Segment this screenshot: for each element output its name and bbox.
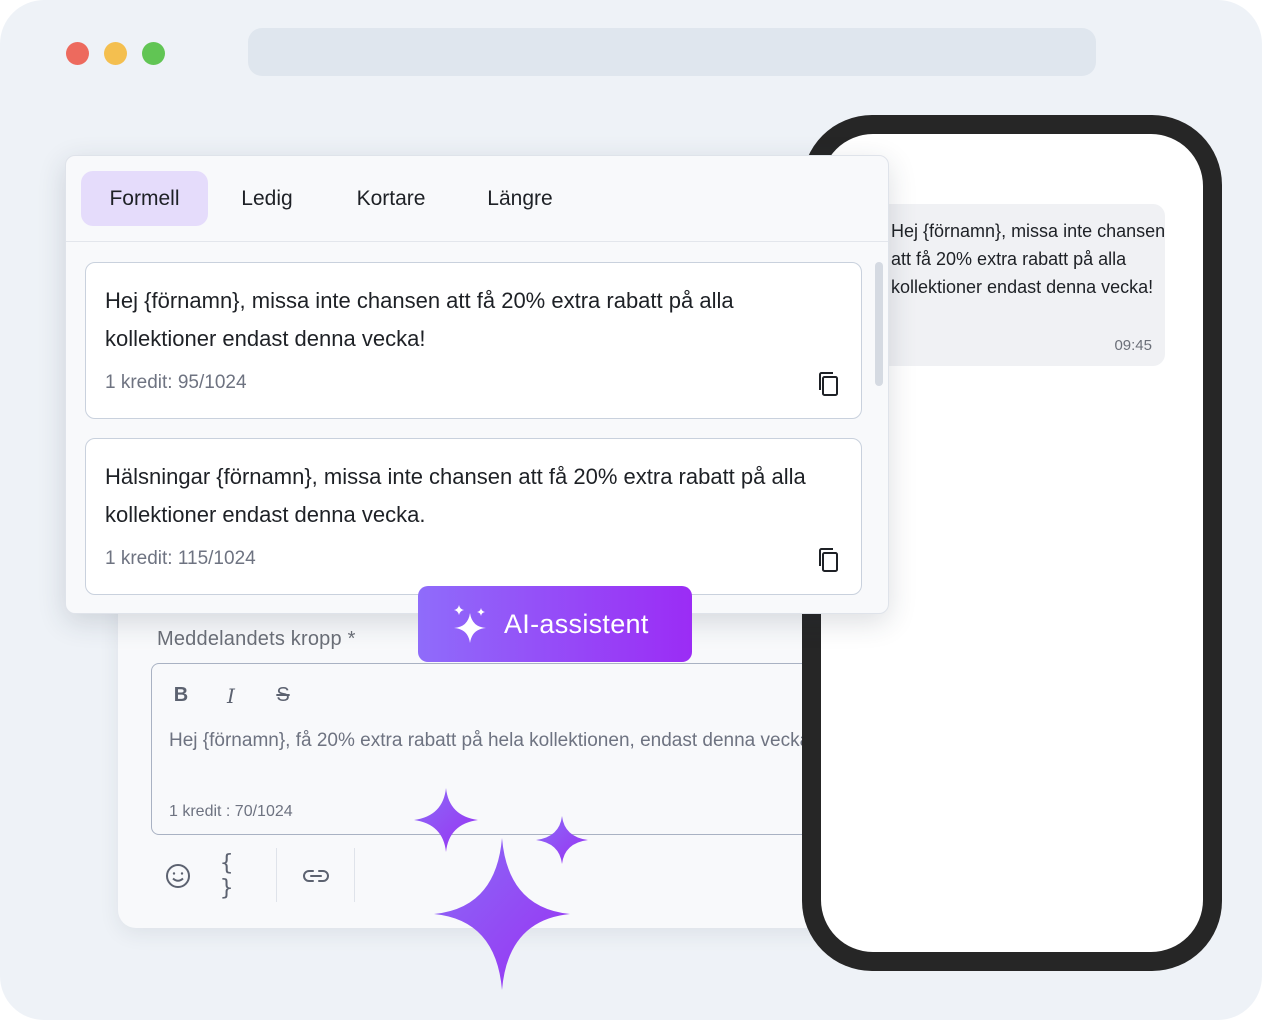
close-window-button[interactable] <box>66 42 89 65</box>
emoji-icon[interactable] <box>160 858 196 894</box>
ai-assistant-button[interactable]: AI-assistent <box>418 586 692 662</box>
popover-scrollbar[interactable] <box>875 262 883 386</box>
italic-button[interactable]: I <box>216 684 246 708</box>
minimize-window-button[interactable] <box>104 42 127 65</box>
strikethrough-button[interactable]: S <box>268 684 298 707</box>
sparkle-decoration-icon <box>434 838 570 990</box>
ai-assistant-label: AI-assistent <box>504 608 649 639</box>
tab-kortare[interactable]: Kortare <box>326 171 456 226</box>
copy-icon[interactable] <box>817 371 841 397</box>
braces-icon[interactable]: { } <box>220 851 256 901</box>
message-body-text[interactable]: Hej {förnamn}, få 20% extra rabatt på he… <box>169 730 815 752</box>
link-icon[interactable] <box>298 858 334 894</box>
suggestion-credit-counter: 1 kredit: 95/1024 <box>105 372 247 393</box>
tab-langre[interactable]: Längre <box>456 171 584 226</box>
toolbar-divider <box>276 848 277 902</box>
suggestion-text: Hälsningar {förnamn}, missa inte chansen… <box>105 464 806 527</box>
sparkles-icon <box>454 605 486 643</box>
toolbar-divider <box>354 848 355 902</box>
suggestion-card[interactable]: Hej {förnamn}, missa inte chansen att få… <box>85 262 862 419</box>
message-body-label: Meddelandets kropp * <box>157 628 356 650</box>
suggestion-card[interactable]: Hälsningar {förnamn}, missa inte chansen… <box>85 438 862 595</box>
editor-credit-counter: 1 kredit : 70/1024 <box>169 803 293 820</box>
copy-icon[interactable] <box>817 547 841 573</box>
tone-tabs: Formell Ledig Kortare Längre <box>81 171 584 226</box>
suggestion-credit-counter: 1 kredit: 115/1024 <box>105 548 256 569</box>
tab-ledig[interactable]: Ledig <box>208 171 326 226</box>
ai-suggestions-popover: Formell Ledig Kortare Längre Hej {förnam… <box>65 155 889 614</box>
message-body-editor[interactable]: B I S Hej {förnamn}, få 20% extra rabatt… <box>151 663 851 835</box>
tab-formell[interactable]: Formell <box>81 171 208 226</box>
suggestion-text: Hej {förnamn}, missa inte chansen att få… <box>105 288 734 351</box>
message-timestamp: 09:45 <box>1114 337 1152 354</box>
maximize-window-button[interactable] <box>142 42 165 65</box>
browser-window: Meddelandets kropp * B I S Hej {förnamn}… <box>0 0 1262 1020</box>
message-bubble: Hej {förnamn}, missa inte chansen att få… <box>856 204 1165 366</box>
address-bar[interactable] <box>248 28 1096 76</box>
tabs-divider <box>66 241 888 242</box>
message-bubble-text: Hej {förnamn}, missa inte chansen att få… <box>891 221 1165 297</box>
bold-button[interactable]: B <box>166 684 196 707</box>
